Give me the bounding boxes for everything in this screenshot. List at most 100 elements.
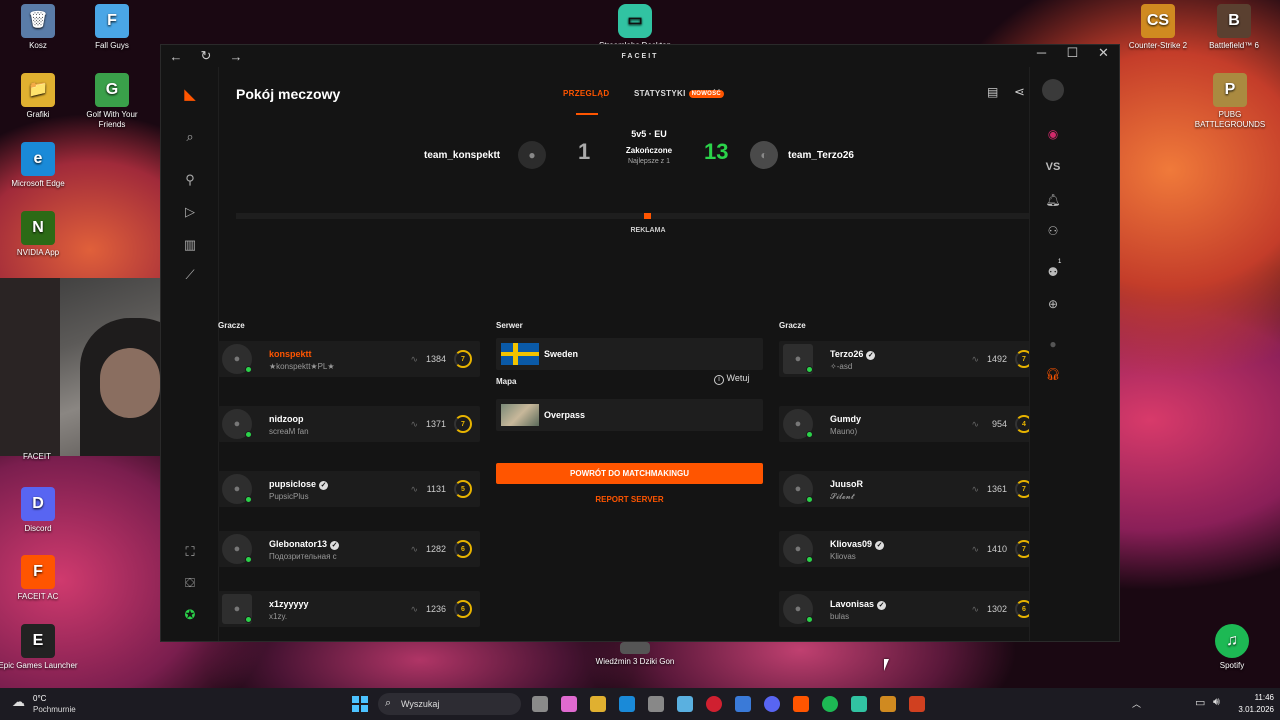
overpass-map-thumbnail (501, 404, 539, 426)
party-icon[interactable]: ◉ (1030, 127, 1076, 141)
map-card: Overpass (496, 399, 763, 431)
desktop-icon[interactable]: G Golf With Your Friends (72, 73, 152, 130)
clock-time[interactable]: 11:46 (1236, 693, 1274, 702)
desktop-icon-label: Fall Guys (95, 41, 129, 50)
desktop-icon[interactable]: 📁 Grafiki (0, 73, 78, 120)
graph-icon[interactable]: ⟋ (161, 267, 219, 283)
desktop-icon[interactable]: E Epic Games Launcher (0, 624, 78, 671)
app-icon: D (21, 487, 55, 521)
desktop-icon[interactable]: N NVIDIA App (0, 211, 78, 258)
reload-icon[interactable]: ↻ (191, 48, 221, 64)
desktop-icon-label: NVIDIA App (16, 248, 60, 257)
find-match-icon[interactable]: ⚲ (161, 172, 219, 188)
player-card[interactable]: ● nidzoop screaM fan ∿ 1371 7 (218, 406, 480, 442)
volume-icon[interactable]: 🔊︎ (1213, 696, 1220, 709)
desktop-icon[interactable]: D Discord (0, 487, 78, 534)
player-elo: 1371 (425, 419, 446, 429)
desktop-icon[interactable]: B Battlefield™ 6 (1194, 4, 1274, 51)
player-card[interactable]: ● Kliovas09 ✓ Kliovas ∿ 1410 7 (779, 531, 1041, 567)
discord-icon[interactable] (764, 696, 780, 712)
share-icon[interactable]: ⋖ (1014, 84, 1025, 100)
copilot-icon[interactable] (561, 696, 577, 712)
profile-avatar[interactable] (1030, 79, 1076, 104)
task-view-icon[interactable] (532, 696, 548, 712)
report-server-link[interactable]: REPORT SERVER (496, 495, 763, 504)
player-card[interactable]: ● Gumdy Mauno) ∿ 954 4 (779, 406, 1041, 442)
counter-strike-icon[interactable] (880, 696, 896, 712)
stats-icon[interactable]: ▥ (161, 237, 219, 253)
desktop-icon[interactable]: CS Counter-Strike 2 (1118, 4, 1198, 51)
anticheat-icon[interactable] (909, 696, 925, 712)
search-icon[interactable]: ⌕ (161, 129, 219, 145)
player-card[interactable]: ● Lavonisas ✓ bulas ∿ 1302 6 (779, 591, 1041, 627)
desktop-icon[interactable]: ♫ Spotify (1192, 624, 1272, 671)
app-icon: B (1217, 4, 1251, 38)
requests-badge: 1 (1058, 259, 1062, 265)
player-card[interactable]: ● konspektt ★konspektt★PL★ ∿ 1384 7 (218, 341, 480, 377)
close-button[interactable]: ✕ (1088, 45, 1119, 61)
friends-icon[interactable]: ⚇ (1030, 224, 1076, 238)
team1-name[interactable]: team_konspektt (424, 150, 500, 161)
search-box[interactable]: ⌕ Wyszukaj (378, 693, 521, 715)
chat-icon[interactable]: ▤ (987, 85, 998, 99)
elo-trend-icon: ∿ (410, 604, 418, 614)
player-tag: x1zy. (269, 612, 288, 621)
player-card[interactable]: ● JuusoR 𝓢𝓲𝓵𝓮𝓷𝓽 ∿ 1361 7 (779, 471, 1041, 507)
store-icon[interactable] (648, 696, 664, 712)
desktop-icon[interactable]: F Fall Guys (72, 4, 152, 51)
player-card[interactable]: ● Terzo26 ✓ ✧-asd ∿ 1492 7 (779, 341, 1041, 377)
weather-temp: 0°C (33, 694, 47, 703)
player-elo: 954 (991, 419, 1007, 429)
expand-icon[interactable]: ⛶ (161, 544, 219, 560)
tab-statistics[interactable]: STATYSTYKI NOWOŚĆ (634, 89, 725, 98)
minimize-button[interactable]: ─ (1026, 45, 1057, 61)
spotify-icon[interactable] (822, 696, 838, 712)
streamlabs-icon[interactable] (851, 696, 867, 712)
app-icon: 📁 (21, 73, 55, 107)
edge-icon[interactable] (619, 696, 635, 712)
verified-icon: ✓ (875, 541, 885, 550)
vs-label[interactable]: VS (1030, 161, 1076, 173)
player-card[interactable]: ● pupsiclose ✓ PupsicPlus ∿ 1131 5 (218, 471, 480, 507)
veto-label: Wetuj (726, 373, 750, 383)
app-icon: G (95, 73, 129, 107)
desktop-icon[interactable]: 🗑 Kosz (0, 4, 78, 51)
headset-icon[interactable]: 🎧︎ (1030, 367, 1076, 381)
mail-icon[interactable] (735, 696, 751, 712)
player-tag: screaM fan (269, 427, 309, 436)
desktop-icon[interactable]: P PUBG BATTLEGROUNDS (1190, 73, 1270, 130)
player-card[interactable]: ● x1zyyyyy x1zy. ∿ 1236 6 (218, 591, 480, 627)
faceit-logo-icon[interactable]: ◣ (161, 85, 219, 103)
add-friend-icon[interactable]: ⊕ (1030, 297, 1076, 311)
store-icon[interactable]: ⛋ (161, 575, 219, 591)
settings-icon[interactable] (677, 696, 693, 712)
file-explorer-icon[interactable] (590, 696, 606, 712)
veto-info[interactable]: i Wetuj (714, 373, 749, 385)
app-icon: F (95, 4, 129, 38)
return-to-matchmaking-button[interactable]: POWRÓT DO MATCHMAKINGU (496, 463, 763, 484)
app-icon: E (21, 624, 55, 658)
play-icon[interactable]: ▷ (161, 204, 219, 220)
desktop-icon[interactable]: e Microsoft Edge (0, 142, 78, 189)
desktop-icon-witcher[interactable]: Wiedźmin 3 Dziki Gon (595, 642, 675, 667)
page-title: Pokój meczowy (236, 86, 341, 102)
premium-icon[interactable]: ✪ (161, 607, 219, 623)
player-card[interactable]: ● Glebonator13 ✓ Подозрительная с ∿ 1282 … (218, 531, 480, 567)
tab-overview[interactable]: PRZEGLĄD (563, 89, 609, 115)
elo-trend-icon: ∿ (410, 484, 418, 494)
tray-chevron-icon[interactable]: ︿ (1132, 697, 1141, 710)
faceit-icon[interactable] (793, 696, 809, 712)
desktop-icon[interactable]: F FACEIT AC (0, 555, 78, 602)
network-icon[interactable]: ▭ (1195, 696, 1205, 709)
opera-icon[interactable] (706, 696, 722, 712)
maximize-button[interactable]: ☐ (1057, 45, 1088, 61)
match-progress-bar (236, 213, 1058, 219)
start-button[interactable] (352, 696, 368, 712)
forward-icon[interactable]: → (221, 49, 251, 64)
clock-date[interactable]: 3.01.2026 (1228, 705, 1274, 714)
friend-avatar[interactable]: ● (1030, 337, 1076, 351)
friend-requests-icon[interactable]: ⚉ 1 (1030, 259, 1076, 279)
back-icon[interactable]: ← (161, 49, 191, 64)
notifications-icon[interactable]: 🔔︎ (1030, 193, 1076, 207)
team2-name[interactable]: team_Terzo26 (788, 150, 854, 161)
